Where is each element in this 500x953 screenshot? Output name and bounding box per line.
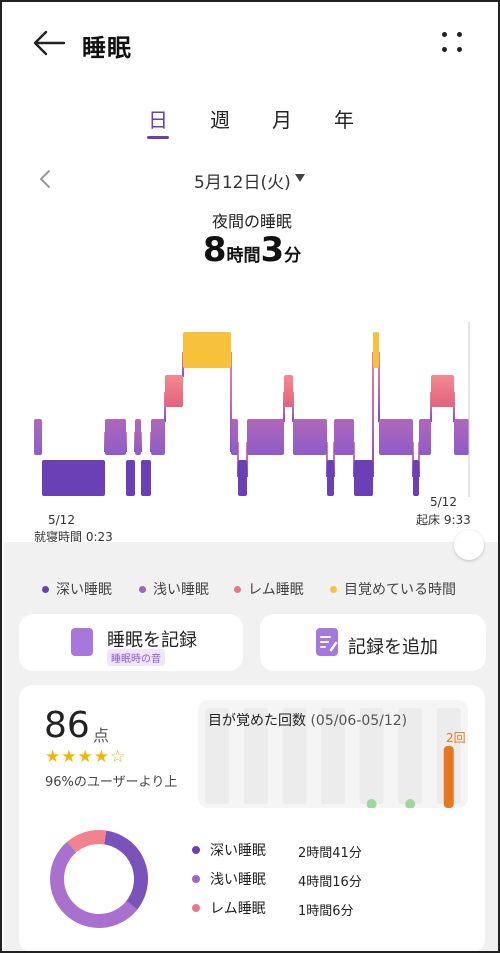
stage-segment-awake <box>183 332 231 368</box>
moon-phone-icon <box>71 628 93 656</box>
app-screen: 睡眠 日 週 月 年 5月12日(火) 夜間の睡眠 8時間3分 5/12 就寝時… <box>0 0 500 953</box>
stage-segment-rem <box>284 375 293 407</box>
stage-transition <box>372 352 374 477</box>
stage-segment-light <box>293 419 327 455</box>
wake-count-value: 2回 <box>446 731 466 745</box>
stage-label: レム睡眠 <box>210 901 266 917</box>
tab-year[interactable]: 年 <box>329 104 359 133</box>
legend-label: レム睡眠 <box>248 582 304 598</box>
wake-date: 5/12 <box>430 495 457 509</box>
tab-active-indicator <box>147 136 169 139</box>
stage-deep: 深い睡眠 <box>192 840 266 860</box>
legend-label: 深い睡眠 <box>56 582 112 598</box>
stage-segment-deep <box>413 460 419 496</box>
stage-segment-light <box>379 419 413 455</box>
tab-month[interactable]: 月 <box>267 104 297 133</box>
wake-bar <box>443 746 454 808</box>
tab-week[interactable]: 週 <box>205 104 235 133</box>
chevron-left-icon[interactable] <box>38 169 52 189</box>
donut-slice <box>67 830 107 853</box>
add-record-label: 記録を追加 <box>348 637 438 658</box>
stage-segment-rem <box>165 375 183 407</box>
stage-segment-light <box>231 419 238 455</box>
duration-hours: 8 <box>202 230 227 270</box>
stage-donut-chart <box>50 830 148 928</box>
legend-light: 浅い睡眠 <box>139 579 209 599</box>
more-vertical-icon[interactable] <box>442 32 464 54</box>
sleep-stage-chart[interactable] <box>2 302 500 542</box>
arrow-left-icon[interactable] <box>32 30 66 56</box>
page-title: 睡眠 <box>82 34 132 62</box>
wake-count-title: 目が覚めた回数 (05/06-05/12) <box>208 710 407 730</box>
sleep-score: 86 <box>44 705 90 746</box>
stage-light-value: 4時間16分 <box>298 875 362 890</box>
stage-segment-light <box>454 419 469 455</box>
stage-segment-deep <box>327 460 334 496</box>
sleep-duration: 8時間3分 <box>2 230 498 270</box>
stage-rem: レム睡眠 <box>192 898 266 918</box>
stage-label: 浅い睡眠 <box>210 872 266 888</box>
legend-label: 目覚めている時間 <box>344 582 456 598</box>
record-sleep-button[interactable]: 睡眠を記録 睡眠時の音 <box>19 614 243 671</box>
stage-light: 浅い睡眠 <box>192 869 266 889</box>
stage-segment-light <box>151 419 165 455</box>
stage-segment-deep <box>42 460 105 496</box>
stage-segment-deep <box>238 460 247 496</box>
stage-segment-deep <box>354 460 373 496</box>
scroll-handle[interactable] <box>454 530 484 560</box>
duration-hours-unit: 時間 <box>226 246 261 266</box>
stage-segment-light <box>135 419 141 455</box>
edit-note-icon <box>316 628 338 656</box>
duration-minutes-unit: 分 <box>284 246 302 266</box>
bedtime-date: 5/12 <box>48 513 75 527</box>
caret-down-icon[interactable] <box>295 174 305 182</box>
wake-count-range: (05/06-05/12) <box>310 713 408 729</box>
wake-label: 起床 9:33 <box>416 513 471 527</box>
stage-deep-value: 2時間41分 <box>298 846 362 861</box>
legend-label: 浅い睡眠 <box>153 582 209 598</box>
donut-slice <box>103 830 148 910</box>
duration-minutes: 3 <box>260 230 285 270</box>
user-rank: 96%のユーザーより上 <box>45 775 178 790</box>
stage-segment-light <box>419 419 431 455</box>
summary-label: 夜間の睡眠 <box>211 212 292 231</box>
wake-count-title-text: 目が覚めた回数 <box>208 713 306 729</box>
stage-segment-deep <box>141 460 151 496</box>
stage-label: 深い睡眠 <box>210 843 266 859</box>
stage-segment-light <box>34 419 42 455</box>
stage-segment-light <box>334 419 354 455</box>
donut-slice <box>50 841 138 928</box>
stage-segment-awake <box>373 332 379 368</box>
legend-rem: レム睡眠 <box>234 579 304 599</box>
stage-segment-rem <box>431 375 454 407</box>
stage-segment-light <box>105 419 126 455</box>
rating-stars-icon: ★★★★☆ <box>45 747 127 767</box>
stage-rem-value: 1時間6分 <box>298 904 354 919</box>
tab-day[interactable]: 日 <box>143 104 173 133</box>
add-record-button[interactable]: 記録を追加 <box>260 614 486 671</box>
legend-deep: 深い睡眠 <box>42 579 112 599</box>
sleep-score-unit: 点 <box>93 726 110 745</box>
record-sleep-sub: 睡眠時の音 <box>107 649 165 666</box>
date-selector[interactable]: 5月12日(火) <box>194 168 291 193</box>
stage-segment-deep <box>126 460 135 496</box>
stage-segment-light <box>247 419 284 455</box>
legend-awake: 目覚めている時間 <box>330 579 456 599</box>
